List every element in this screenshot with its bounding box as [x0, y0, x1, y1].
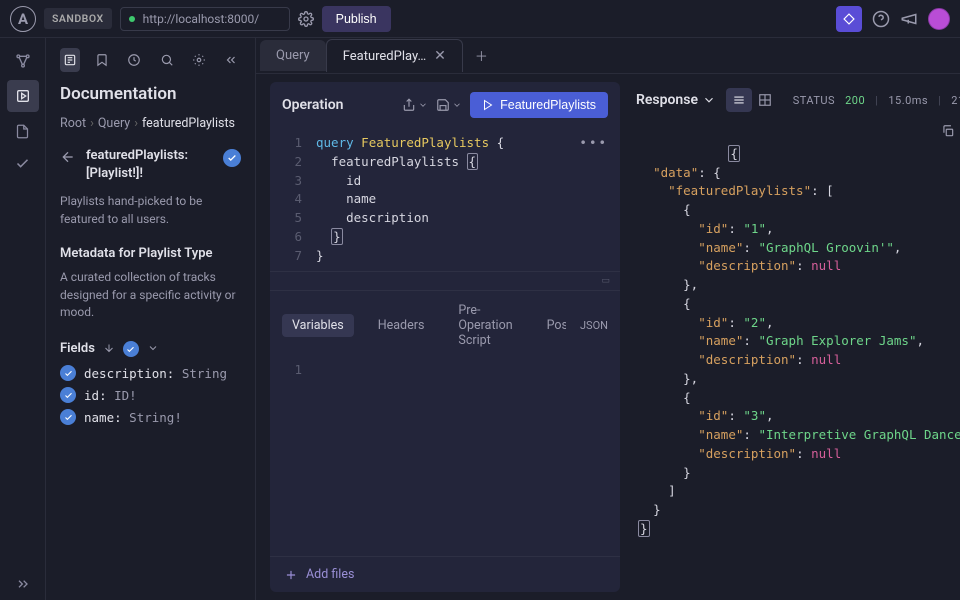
- field-type: String!: [129, 410, 182, 425]
- nav-graph-icon[interactable]: [7, 48, 39, 74]
- chevron-down-icon[interactable]: [147, 342, 159, 354]
- tab-query[interactable]: Query: [260, 40, 326, 71]
- documentation-sidebar: Documentation Root›Query›featuredPlaylis…: [46, 38, 256, 600]
- variables-editor[interactable]: 1: [270, 358, 620, 556]
- search-icon[interactable]: [157, 48, 177, 72]
- field-row[interactable]: description: String: [60, 365, 241, 381]
- status-dot-icon: [129, 16, 135, 22]
- tabs-row: Query FeaturedPlay… ✕ ＋: [256, 38, 960, 74]
- sort-icon[interactable]: [103, 342, 115, 354]
- breadcrumb-item[interactable]: Root: [60, 116, 86, 131]
- tab-headers[interactable]: Headers: [368, 314, 435, 337]
- status-code: 200: [845, 94, 865, 107]
- field-signature: featuredPlaylists: [Playlist!]!: [86, 147, 213, 183]
- nav-doc-icon[interactable]: [7, 118, 39, 144]
- response-size: 213B: [951, 94, 960, 107]
- field-row[interactable]: id: ID!: [60, 387, 241, 403]
- tab-variables[interactable]: Variables: [282, 314, 354, 337]
- sandbox-badge: SANDBOX: [44, 8, 112, 29]
- field-name: name: [84, 410, 114, 425]
- apollo-logo-icon: A: [10, 6, 36, 32]
- tab-pre-script[interactable]: Pre-Operation Script: [448, 299, 522, 352]
- field-row[interactable]: name: String!: [60, 409, 241, 425]
- publish-button[interactable]: Publish: [322, 6, 391, 32]
- add-files-button[interactable]: Add files: [270, 556, 620, 592]
- response-title: Response: [636, 92, 716, 108]
- add-tab-icon[interactable]: ＋: [463, 46, 500, 65]
- endpoint-url-text: http://localhost:8000/: [143, 12, 260, 26]
- field-check-icon: [60, 365, 76, 381]
- doc-title: Documentation: [60, 84, 241, 104]
- editor-footer: ▭: [270, 271, 620, 290]
- back-arrow-icon[interactable]: [60, 149, 76, 165]
- run-button[interactable]: FeaturedPlaylists: [470, 92, 608, 118]
- nav-rail: [0, 38, 46, 600]
- operation-title: Operation: [282, 97, 394, 113]
- gear-icon[interactable]: [189, 48, 209, 72]
- schema-diamond-icon[interactable]: [836, 6, 862, 32]
- field-name: description: [84, 366, 167, 381]
- more-icon[interactable]: •••: [579, 134, 608, 153]
- docs-view-icon[interactable]: [60, 48, 80, 72]
- response-time: 15.0ms: [888, 94, 928, 107]
- field-type: String: [182, 366, 227, 381]
- response-body[interactable]: { "data": { "featuredPlaylists": [ { "id…: [632, 122, 960, 592]
- history-icon[interactable]: [124, 48, 144, 72]
- collapse-sidebar-icon[interactable]: [221, 48, 241, 72]
- view-table-icon[interactable]: [752, 88, 778, 112]
- tab-post-script[interactable]: Post-Operation Script: [537, 314, 566, 337]
- announce-icon[interactable]: [900, 10, 918, 28]
- close-icon[interactable]: ✕: [434, 48, 446, 64]
- endpoint-settings-icon[interactable]: [298, 11, 314, 27]
- field-type: ID!: [114, 388, 137, 403]
- help-icon[interactable]: [872, 10, 890, 28]
- field-check-icon: [60, 387, 76, 403]
- avatar[interactable]: [928, 8, 950, 30]
- save-icon[interactable]: [436, 98, 462, 112]
- share-icon[interactable]: [402, 98, 428, 112]
- breadcrumb-item: featuredPlaylists: [142, 116, 235, 131]
- fields-heading-row: Fields: [60, 339, 241, 357]
- view-list-icon[interactable]: [726, 88, 752, 112]
- metadata-text: A curated collection of tracks designed …: [60, 269, 241, 321]
- fields-heading: Fields: [60, 341, 95, 356]
- metadata-heading: Metadata for Playlist Type: [60, 246, 241, 261]
- field-description: Playlists hand-picked to be featured to …: [60, 193, 241, 228]
- field-selected-badge-icon[interactable]: [223, 149, 241, 167]
- copy-icon[interactable]: [941, 124, 955, 138]
- bookmark-icon[interactable]: [92, 48, 112, 72]
- status-label: STATUS: [793, 94, 835, 107]
- nav-explorer-icon[interactable]: [7, 80, 39, 112]
- endpoint-url-bar[interactable]: http://localhost:8000/: [120, 7, 290, 31]
- chevron-down-icon[interactable]: [702, 93, 716, 107]
- field-check-icon: [60, 409, 76, 425]
- breadcrumb: Root›Query›featuredPlaylists: [60, 116, 241, 131]
- json-format-label: JSON: [580, 319, 608, 332]
- nav-expand-icon[interactable]: [7, 568, 39, 600]
- nav-check-icon[interactable]: [7, 150, 39, 176]
- select-all-badge-icon[interactable]: [123, 341, 139, 357]
- tab-featured-playlists[interactable]: FeaturedPlay… ✕: [326, 39, 463, 72]
- breadcrumb-item[interactable]: Query: [98, 116, 130, 131]
- top-bar: A SANDBOX http://localhost:8000/ Publish: [0, 0, 960, 38]
- field-name: id: [84, 388, 99, 403]
- operation-editor[interactable]: ••• 1query FeaturedPlaylists { 2 feature…: [270, 128, 620, 271]
